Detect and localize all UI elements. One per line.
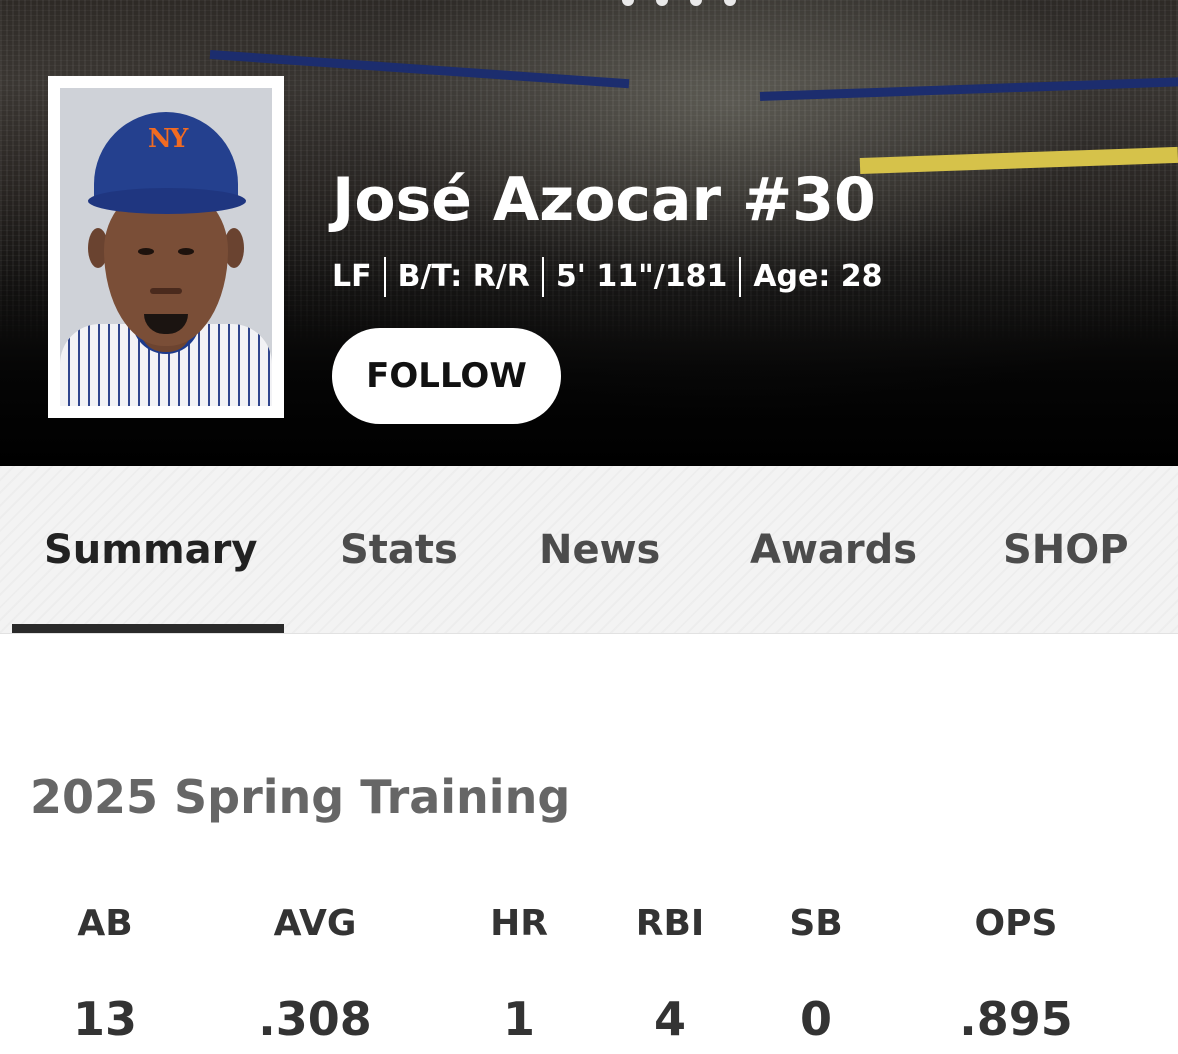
- bio-divider: [541, 257, 544, 297]
- player-height-weight: 5' 11"/181: [555, 259, 728, 294]
- stat-column-ab: AB 13: [5, 896, 205, 1054]
- follow-button[interactable]: FOLLOW: [332, 328, 561, 424]
- tab-awards[interactable]: Awards: [750, 466, 917, 634]
- stat-value: .895: [959, 992, 1073, 1046]
- player-name: José Azocar #30: [332, 165, 876, 235]
- player-bats-throws: B/T: R/R: [397, 259, 530, 294]
- headshot-eye: [138, 248, 154, 255]
- stat-label: AB: [77, 903, 133, 944]
- season-title: 2025 Spring Training: [30, 770, 571, 824]
- headshot-eye: [178, 248, 194, 255]
- stat-label: AVG: [273, 903, 357, 944]
- tab-news[interactable]: News: [539, 466, 660, 634]
- player-bio-line: LF B/T: R/R 5' 11"/181 Age: 28: [332, 256, 883, 298]
- stat-column-avg: AVG .308: [215, 896, 415, 1054]
- active-tab-indicator: [12, 624, 284, 633]
- stat-column-sb: SB 0: [716, 896, 916, 1054]
- player-hero: NY José Azocar #30 LF B/T: R/R 5' 11"/18…: [0, 0, 1178, 466]
- light-dot: [690, 0, 702, 6]
- bio-divider: [739, 257, 742, 297]
- stat-value: 0: [799, 992, 832, 1046]
- tab-summary[interactable]: Summary: [44, 466, 257, 634]
- stat-column-ops: OPS .895: [916, 896, 1116, 1054]
- bio-divider: [383, 257, 386, 297]
- light-dot: [656, 0, 668, 6]
- player-position: LF: [332, 259, 372, 294]
- player-headshot: NY: [60, 88, 272, 406]
- light-dot: [724, 0, 736, 6]
- tab-shop[interactable]: SHOP: [1003, 466, 1129, 634]
- stat-label: OPS: [974, 903, 1058, 944]
- light-dot: [622, 0, 634, 6]
- stadium-lights: [622, 0, 736, 6]
- stat-label: SB: [789, 903, 843, 944]
- mets-logo-icon: NY: [148, 124, 188, 154]
- player-age: Age: 28: [753, 259, 883, 294]
- headshot-cap-brim: [88, 188, 246, 214]
- headshot-mouth: [150, 288, 182, 294]
- tab-stats[interactable]: Stats: [340, 466, 458, 634]
- player-headshot-frame: NY: [48, 76, 284, 418]
- stat-value: 13: [72, 992, 137, 1046]
- stat-value: .308: [258, 992, 372, 1046]
- player-tab-bar: Summary Stats News Awards SHOP: [0, 466, 1178, 634]
